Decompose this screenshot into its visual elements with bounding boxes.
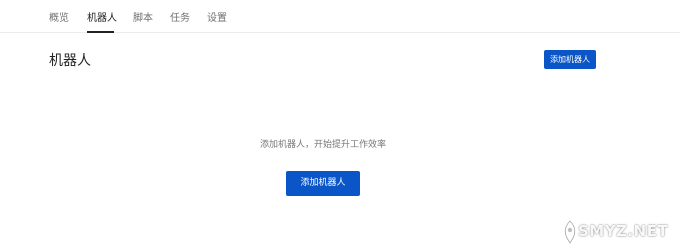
empty-state-message: 添加机器人，开始提升工作效率 bbox=[259, 140, 386, 150]
tab-scripts[interactable]: 脚本 bbox=[133, 12, 153, 26]
tab-settings[interactable]: 设置 bbox=[207, 12, 227, 26]
tab-bar: 概览 机器人 脚本 任务 设置 bbox=[0, 0, 680, 33]
add-robot-button[interactable]: 添加机器人 bbox=[544, 50, 596, 69]
tab-robots[interactable]: 机器人 bbox=[87, 12, 117, 26]
watermark: SMYZ.NET bbox=[560, 218, 678, 246]
active-tab-indicator bbox=[87, 31, 114, 33]
watermark-text: SMYZ.NET bbox=[578, 222, 669, 240]
tab-tasks[interactable]: 任务 bbox=[170, 12, 190, 26]
page-title: 机器人 bbox=[49, 53, 91, 69]
empty-state-add-robot-button[interactable]: 添加机器人 bbox=[286, 171, 360, 196]
watermark-logo-icon bbox=[564, 220, 576, 244]
tab-overview[interactable]: 概览 bbox=[49, 12, 69, 26]
robots-page: 概览 机器人 脚本 任务 设置 机器人 添加机器人 添加机器人，开始提升工作效率… bbox=[0, 0, 680, 249]
